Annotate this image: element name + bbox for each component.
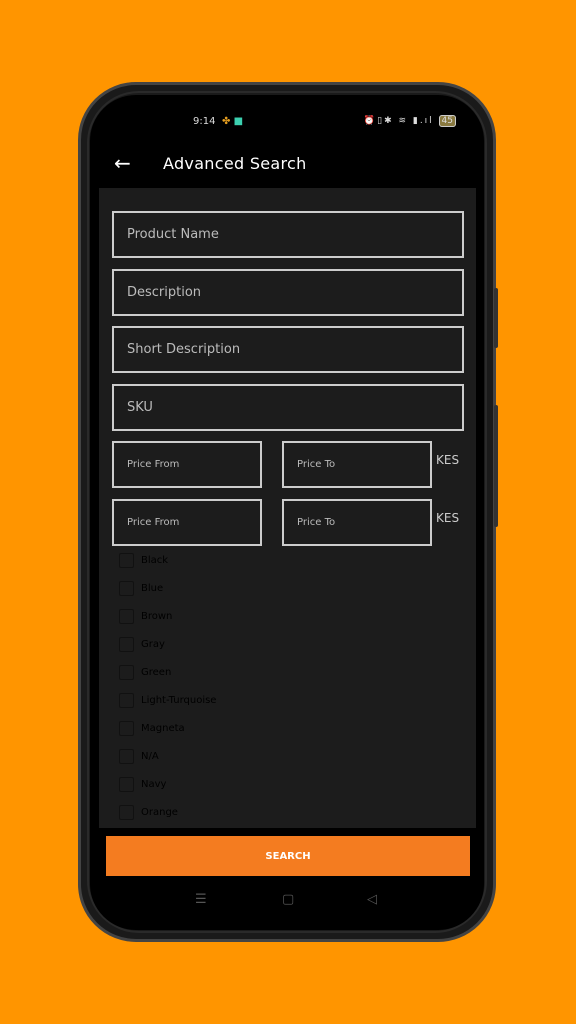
checkbox-label: Green xyxy=(141,667,172,678)
color-checkbox-6[interactable]: Magneta xyxy=(119,721,185,736)
screen: 9:14 ✤ ■ ⏰▯✱︎ ≋ ▮.ıl 45 ← Advanced Searc… xyxy=(90,95,484,930)
checkbox-label: Gray xyxy=(141,639,165,650)
checkbox-label: Orange xyxy=(141,807,178,818)
search-button[interactable]: SEARCH xyxy=(106,836,470,876)
checkbox-icon[interactable] xyxy=(119,805,134,820)
color-checkbox-4[interactable]: Green xyxy=(119,665,171,680)
description-input[interactable]: Description xyxy=(112,269,464,316)
price-to-input[interactable]: Price To xyxy=(282,441,432,488)
power-button xyxy=(494,405,498,527)
checkbox-label: Brown xyxy=(141,611,173,622)
checkbox-label: Magneta xyxy=(141,723,185,734)
status-time: 9:14 xyxy=(193,116,216,127)
currency-label: KES xyxy=(436,511,460,525)
volume-button xyxy=(494,288,498,348)
checkbox-icon[interactable] xyxy=(119,749,134,764)
short-description-input[interactable]: Short Description xyxy=(112,326,464,373)
notification-icons: ✤ ■ xyxy=(222,116,244,127)
search-form: Product Name Description Short Descripti… xyxy=(99,188,476,828)
color-checkbox-5[interactable]: Light-Turquoise xyxy=(119,693,216,708)
checkbox-label: Blue xyxy=(141,583,164,594)
home-icon[interactable]: ▢ xyxy=(282,892,294,907)
color-checkbox-9[interactable]: Orange xyxy=(119,805,178,820)
color-checkbox-7[interactable]: N/A xyxy=(119,749,159,764)
app-bar: ← Advanced Search xyxy=(90,143,484,188)
back-arrow-icon[interactable]: ← xyxy=(114,151,131,175)
sku-input[interactable]: SKU xyxy=(112,384,464,431)
checkbox-label: Light-Turquoise xyxy=(141,695,217,706)
color-checkbox-0[interactable]: Black xyxy=(119,553,168,568)
checkbox-icon[interactable] xyxy=(119,637,134,652)
back-icon[interactable]: ◁ xyxy=(367,892,377,907)
checkbox-icon[interactable] xyxy=(119,581,134,596)
battery-icon: 45 xyxy=(438,115,456,127)
price-to-input[interactable]: Price To xyxy=(282,499,432,546)
checkbox-label: N/A xyxy=(141,751,159,762)
system-icons: ⏰▯✱︎ ≋ ▮.ıl 45 xyxy=(364,115,456,127)
price-from-input[interactable]: Price From xyxy=(112,441,262,488)
checkbox-icon[interactable] xyxy=(119,693,134,708)
color-checkbox-1[interactable]: Blue xyxy=(119,581,163,596)
price-from-input[interactable]: Price From xyxy=(112,499,262,546)
checkbox-icon[interactable] xyxy=(119,609,134,624)
product-name-input[interactable]: Product Name xyxy=(112,211,464,258)
checkbox-icon[interactable] xyxy=(119,721,134,736)
checkbox-icon[interactable] xyxy=(119,665,134,680)
color-checkbox-3[interactable]: Gray xyxy=(119,637,165,652)
page-title: Advanced Search xyxy=(163,154,307,173)
checkbox-label: Black xyxy=(141,555,169,566)
status-bar: 9:14 ✤ ■ ⏰▯✱︎ ≋ ▮.ıl 45 xyxy=(90,113,484,133)
checkbox-label: Navy xyxy=(141,779,167,790)
color-checkbox-2[interactable]: Brown xyxy=(119,609,172,624)
checkbox-icon[interactable] xyxy=(119,777,134,792)
currency-label: KES xyxy=(436,453,460,467)
color-checkbox-8[interactable]: Navy xyxy=(119,777,166,792)
checkbox-icon[interactable] xyxy=(119,553,134,568)
menu-icon[interactable]: ☰ xyxy=(195,892,207,907)
